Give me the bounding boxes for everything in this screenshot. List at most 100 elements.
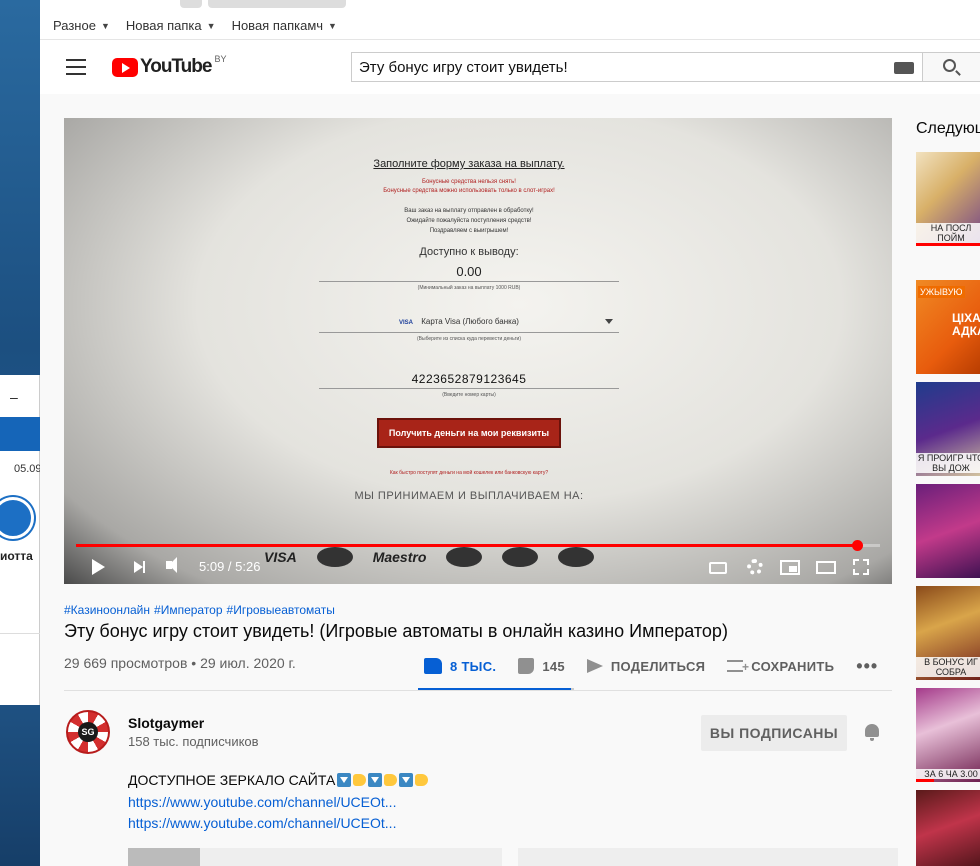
subtitles-icon[interactable] xyxy=(709,562,727,574)
video-stats: 29 669 просмотров • 29 июл. 2020 г. xyxy=(64,655,296,671)
thumbnail-caption: Я ПРОИГР ЧТО ВЫ ДОЖ xyxy=(916,453,980,473)
recommended-video-thumbnail[interactable]: НА ПОСЛ ПОЙМ xyxy=(916,152,980,246)
pointing-hand-emoji-icon xyxy=(353,774,367,786)
thumbnail-caption: В БОНУС ИГ СОБРА xyxy=(916,657,980,677)
divider xyxy=(0,633,40,634)
time-display: 5:09 / 5:26 xyxy=(199,559,261,574)
down-arrow-emoji-icon xyxy=(337,773,352,787)
browser-tab[interactable] xyxy=(208,0,346,8)
thumbnail-caption: ЗА 6 ЧА 3.00 xyxy=(916,769,980,779)
bookmark-folder-raznoe[interactable]: Разное ▼ xyxy=(53,18,110,33)
frame-info: Ваш заказ на выплату отправлен в обработ… xyxy=(404,208,534,234)
player-controls: 5:09 / 5:26 xyxy=(64,550,892,584)
live-badge: УЖЫВУЮ xyxy=(918,286,965,298)
caret-down-icon: ▼ xyxy=(206,20,216,31)
video-title: Эту бонус игру стоит увидеть! (Игровые а… xyxy=(64,621,728,641)
down-arrow-emoji-icon xyxy=(399,773,414,787)
save-button[interactable]: СОХРАНИТЬ xyxy=(727,659,834,674)
recommended-video-thumbnail[interactable] xyxy=(916,790,980,866)
frame-title: Заполните форму заказа на выплату. xyxy=(373,158,565,170)
description-link[interactable]: https://www.youtube.com/channel/UCEOt... xyxy=(128,815,396,831)
watched-progress xyxy=(916,779,934,782)
hashtags: #Казиноонлайн #Император #Игровыеавтоматы xyxy=(64,603,339,617)
hashtag-link[interactable]: #Игровыеавтоматы xyxy=(227,603,335,617)
frame-card-select: VISA Карта Visa (Любого банка) xyxy=(319,317,619,333)
keyboard-icon[interactable] xyxy=(894,62,914,74)
youtube-logo[interactable]: YouTube BY xyxy=(112,54,226,78)
logo-text: YouTube xyxy=(140,56,212,77)
frame-card-hint: (Выберите из списка куда перевести деньг… xyxy=(416,336,522,342)
recommended-video-thumbnail[interactable]: Я ПРОИГР ЧТО ВЫ ДОЖ xyxy=(916,382,980,476)
share-button[interactable]: ПОДЕЛИТЬСЯ xyxy=(586,658,706,674)
frame-payout-button: Получить деньги на мои реквизиты xyxy=(376,418,562,448)
minimize-icon[interactable]: – xyxy=(10,389,18,405)
theater-mode-icon[interactable] xyxy=(816,561,836,574)
channel-avatar[interactable]: SG xyxy=(66,710,110,754)
recommended-video-thumbnail[interactable] xyxy=(916,484,980,578)
youtube-play-icon xyxy=(112,57,138,77)
frame-min-hint: (Минимальный заказ на выплату 1000 RUB) xyxy=(417,285,521,291)
bookmark-folder-new[interactable]: Новая папка ▼ xyxy=(126,18,216,33)
search-icon xyxy=(943,59,956,72)
gear-icon[interactable] xyxy=(747,559,763,575)
recommended-video-thumbnail[interactable]: В БОНУС ИГ СОБРА xyxy=(916,586,980,680)
frame-amount: 0.00 xyxy=(319,264,619,282)
playlist-add-icon xyxy=(727,660,749,674)
card-preview[interactable] xyxy=(518,848,898,866)
card-preview[interactable] xyxy=(128,848,502,866)
recommended-video-thumbnail[interactable]: УЖЫВУЮ ЦІХА АДКА xyxy=(916,280,980,374)
fullscreen-icon[interactable] xyxy=(853,559,869,575)
description-line: ДОСТУПНОЕ ЗЕРКАЛО САЙТА xyxy=(128,772,429,788)
browser-tab[interactable] xyxy=(180,0,202,8)
recommended-video-thumbnail[interactable]: ЗА 6 ЧА 3.00 xyxy=(916,688,980,782)
frame-card-label: Карта Visa (Любого банка) xyxy=(421,317,519,326)
notification-bell-icon[interactable] xyxy=(862,722,882,742)
video-frame: Заполните форму заказа на выплату. Бонус… xyxy=(64,118,892,584)
search-button[interactable] xyxy=(923,52,980,82)
hashtag-link[interactable]: #Император xyxy=(154,603,223,617)
save-label: СОХРАНИТЬ xyxy=(751,658,835,674)
watched-progress xyxy=(916,243,980,246)
bookmark-label: Новая папка xyxy=(125,18,202,33)
more-icon: ••• xyxy=(856,655,879,676)
dislike-count: 145 xyxy=(542,658,565,674)
video-player[interactable]: Заполните форму заказа на выплату. Бонус… xyxy=(64,118,892,584)
pointing-hand-emoji-icon xyxy=(384,774,398,786)
channel-name[interactable]: Slotgaymer xyxy=(128,715,204,731)
bookmark-folder-newmch[interactable]: Новая папкамч ▼ xyxy=(232,18,337,33)
subscriber-count: 158 тыс. подписчиков xyxy=(128,734,259,749)
youtube-header: YouTube BY Эту бонус игру стоит увидеть! xyxy=(40,40,980,94)
like-count: 8 ТЫС. xyxy=(450,658,497,674)
tab-strip xyxy=(40,0,980,12)
caret-down-icon: ▼ xyxy=(328,20,337,31)
next-icon[interactable] xyxy=(134,561,145,573)
hashtag-link[interactable]: #Казиноонлайн xyxy=(64,603,150,617)
divider xyxy=(64,690,892,691)
thumbs-down-icon xyxy=(518,658,535,674)
frame-link: Как быстро поступят деньги на мой кошеле… xyxy=(389,470,549,476)
video-actions: 8 ТЫС. 145 ПОДЕЛИТЬСЯ СОХРАНИТЬ ••• xyxy=(424,648,900,684)
background-window-logo xyxy=(0,497,34,539)
thumbnail-caption: ЦІХА АДКА xyxy=(952,311,980,338)
play-icon[interactable] xyxy=(92,559,105,575)
bookmark-label: Разное xyxy=(53,18,96,33)
like-button[interactable]: 8 ТЫС. xyxy=(424,658,496,674)
volume-icon[interactable] xyxy=(166,557,177,573)
description-link[interactable]: https://www.youtube.com/channel/UCEOt... xyxy=(128,794,396,810)
share-label: ПОДЕЛИТЬСЯ xyxy=(610,658,706,674)
background-window[interactable]: – 05.09 иотта xyxy=(0,375,42,705)
frame-card-number: 4223652879123645 xyxy=(319,372,619,389)
subscribed-button[interactable]: ВЫ ПОДПИСАНЫ xyxy=(701,715,847,751)
thumbs-up-icon xyxy=(424,658,442,674)
progress-bar[interactable] xyxy=(76,540,880,551)
frame-available-label: Доступно к выводу: xyxy=(419,246,519,258)
dislike-button[interactable]: 145 xyxy=(518,658,565,674)
menu-icon[interactable] xyxy=(66,59,86,75)
frame-accept-text: МЫ ПРИНИМАЕМ И ВЫПЛАЧИВАЕМ НА: xyxy=(354,490,584,502)
caret-down-icon: ▼ xyxy=(100,20,110,31)
more-actions-button[interactable]: ••• xyxy=(856,656,878,677)
up-next-label: Следующ xyxy=(916,120,980,137)
search-input[interactable]: Эту бонус игру стоит увидеть! xyxy=(351,52,923,82)
miniplayer-icon[interactable] xyxy=(780,560,800,575)
bookmark-label: Новая папкамч xyxy=(231,18,324,33)
